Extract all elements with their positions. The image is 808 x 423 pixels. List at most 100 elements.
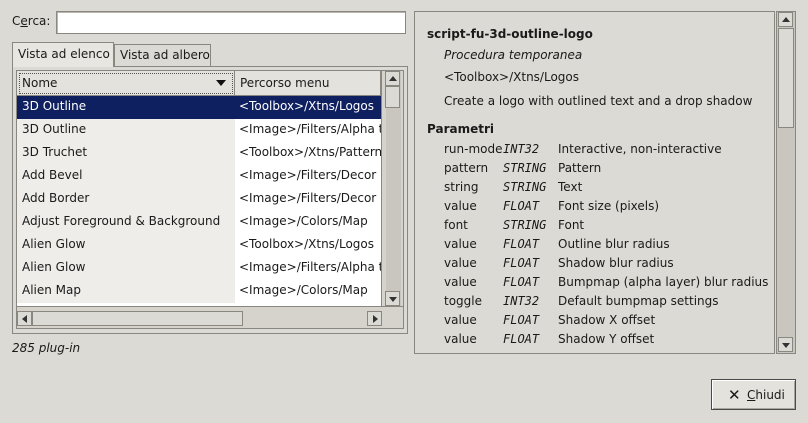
- list-horizontal-scrollbar[interactable]: [17, 306, 403, 328]
- scroll-up-button[interactable]: [385, 71, 400, 86]
- parameter-description: Shadow blur radius: [558, 256, 674, 270]
- list-item[interactable]: Alien Map <Image>/Colors/Map: [17, 280, 381, 303]
- list-item-name: 3D Outline: [22, 122, 87, 136]
- parameter-description: Text: [558, 180, 583, 194]
- procedure-name: script-fu-3d-outline-logo: [427, 27, 593, 41]
- scroll-right-button[interactable]: [367, 311, 382, 326]
- tab-label: Vista ad elenco: [18, 47, 110, 61]
- parameter-name: font: [444, 218, 468, 232]
- search-input[interactable]: [56, 11, 406, 34]
- list-item[interactable]: Add Border <Image>/Filters/Decor: [17, 188, 381, 211]
- list-item-name: Alien Glow: [22, 260, 86, 274]
- list-item-name: 3D Truchet: [22, 145, 88, 159]
- parameter-type: STRING: [503, 161, 547, 175]
- list-item[interactable]: Alien Glow <Toolbox>/Xtns/Logos: [17, 234, 381, 257]
- procedure-detail: script-fu-3d-outline-logo Procedura temp…: [414, 11, 775, 354]
- parameter-name: value: [444, 313, 477, 327]
- tab-list-view[interactable]: Vista ad elenco: [12, 42, 114, 67]
- parameter-type: INT32: [503, 142, 540, 156]
- parameter-name: value: [444, 256, 477, 270]
- parameter-type: INT32: [503, 294, 540, 308]
- parameter-description: Outline blur radius: [558, 237, 670, 251]
- parameter-type: FLOAT: [503, 199, 540, 213]
- parameter-row: font STRING Font: [415, 216, 774, 235]
- list-item-path: <Toolbox>/Xtns/Logos: [239, 237, 375, 251]
- parameter-row: toggle INT32 Default bumpmap settings: [415, 292, 774, 311]
- parameter-type: STRING: [503, 180, 547, 194]
- list-item-path: <Toolbox>/Xtns/Logos: [239, 99, 375, 113]
- parameter-type: STRING: [503, 218, 547, 232]
- arrow-left-icon: [22, 315, 27, 323]
- list-item-path: <Image>/Filters/Alpha to Logo: [239, 122, 381, 136]
- parameter-name: value: [444, 275, 477, 289]
- close-button-label: Chiudi: [747, 388, 785, 402]
- column-header-name[interactable]: Nome: [17, 71, 235, 96]
- arrow-down-icon: [389, 297, 397, 302]
- parameter-row: value FLOAT Shadow blur radius: [415, 254, 774, 273]
- parameter-name: toggle: [444, 294, 482, 308]
- parameter-description: Pattern: [558, 161, 602, 175]
- parameter-row: value FLOAT Font size (pixels): [415, 197, 774, 216]
- column-header-menu-path[interactable]: Percorso menu: [235, 71, 381, 96]
- parameter-type: FLOAT: [503, 275, 540, 289]
- list-item-path: <Image>/Filters/Decor: [239, 168, 377, 182]
- detail-vertical-scrollbar[interactable]: [776, 11, 796, 354]
- parameter-description: Interactive, non-interactive: [558, 142, 722, 156]
- tab-tree-view[interactable]: Vista ad albero: [114, 44, 211, 66]
- scroll-up-button[interactable]: [778, 12, 793, 27]
- list-item-name: 3D Outline: [22, 99, 87, 113]
- scroll-down-button[interactable]: [778, 337, 793, 352]
- list-item-path: <Image>/Filters/Decor: [239, 191, 377, 205]
- list-vertical-scrollbar[interactable]: [381, 71, 403, 306]
- arrow-up-icon: [782, 17, 790, 22]
- scroll-thumb[interactable]: [778, 28, 794, 128]
- parameter-description: Font: [558, 218, 585, 232]
- list-item[interactable]: 3D Outline <Image>/Filters/Alpha to Logo: [17, 119, 381, 142]
- list-item-name: Alien Map: [22, 283, 82, 297]
- close-button[interactable]: ✕ Chiudi: [711, 379, 796, 410]
- parameter-type: FLOAT: [503, 256, 540, 270]
- parameter-name: run-mode: [444, 142, 503, 156]
- procedure-menu-path: <Toolbox>/Xtns/Logos: [444, 70, 580, 84]
- arrow-down-icon: [782, 343, 790, 348]
- parameter-description: Shadow Y offset: [558, 332, 655, 346]
- parameter-row: string STRING Text: [415, 178, 774, 197]
- procedure-description: Create a logo with outlined text and a d…: [444, 94, 753, 108]
- procedure-list: Nome Percorso menu 3D Outline <Toolbox>/X…: [16, 70, 404, 329]
- parameter-name: value: [444, 199, 477, 213]
- list-item-path: <Image>/Filters/Alpha to Logo: [239, 260, 381, 274]
- tab-label: Vista ad albero: [120, 48, 210, 62]
- list-item[interactable]: Adjust Foreground & Background <Image>/Co…: [17, 211, 381, 234]
- list-rows: 3D Outline <Toolbox>/Xtns/Logos 3D Outline…: [17, 96, 381, 306]
- parameter-type: FLOAT: [503, 313, 540, 327]
- scroll-thumb[interactable]: [32, 311, 243, 326]
- list-item-path: <Toolbox>/Xtns/Patterns: [239, 145, 381, 159]
- list-item[interactable]: 3D Outline <Toolbox>/Xtns/Logos: [17, 96, 381, 119]
- parameter-name: value: [444, 332, 477, 346]
- parameter-row: run-mode INT32 Interactive, non-interactiv…: [415, 140, 774, 159]
- parameter-row: value FLOAT Shadow Y offset: [415, 330, 774, 349]
- parameter-description: Font size (pixels): [558, 199, 660, 213]
- parameters-list: run-mode INT32 Interactive, non-interactiv…: [415, 140, 774, 349]
- parameter-type: FLOAT: [503, 237, 540, 251]
- list-item[interactable]: Add Bevel <Image>/Filters/Decor: [17, 165, 381, 188]
- arrow-right-icon: [373, 315, 378, 323]
- parameter-row: value FLOAT Shadow X offset: [415, 311, 774, 330]
- parameter-type: FLOAT: [503, 332, 540, 346]
- arrow-up-icon: [389, 76, 397, 81]
- list-item[interactable]: 3D Truchet <Toolbox>/Xtns/Patterns: [17, 142, 381, 165]
- scroll-thumb[interactable]: [385, 86, 400, 108]
- parameter-name: string: [444, 180, 479, 194]
- list-item-name: Adjust Foreground & Background: [22, 214, 221, 228]
- parameter-row: value FLOAT Outline blur radius: [415, 235, 774, 254]
- list-item-name: Alien Glow: [22, 237, 86, 251]
- list-item[interactable]: Alien Glow <Image>/Filters/Alpha to Logo: [17, 257, 381, 280]
- procedure-type: Procedura temporanea: [444, 48, 583, 62]
- parameters-heading: Parametri: [427, 122, 494, 136]
- sort-down-icon: [216, 80, 226, 86]
- list-item-path: <Image>/Colors/Map: [239, 283, 368, 297]
- parameter-row: pattern STRING Pattern: [415, 159, 774, 178]
- scroll-left-button[interactable]: [17, 311, 32, 326]
- scroll-down-button[interactable]: [385, 291, 400, 306]
- search-label: Cerca:: [12, 14, 51, 28]
